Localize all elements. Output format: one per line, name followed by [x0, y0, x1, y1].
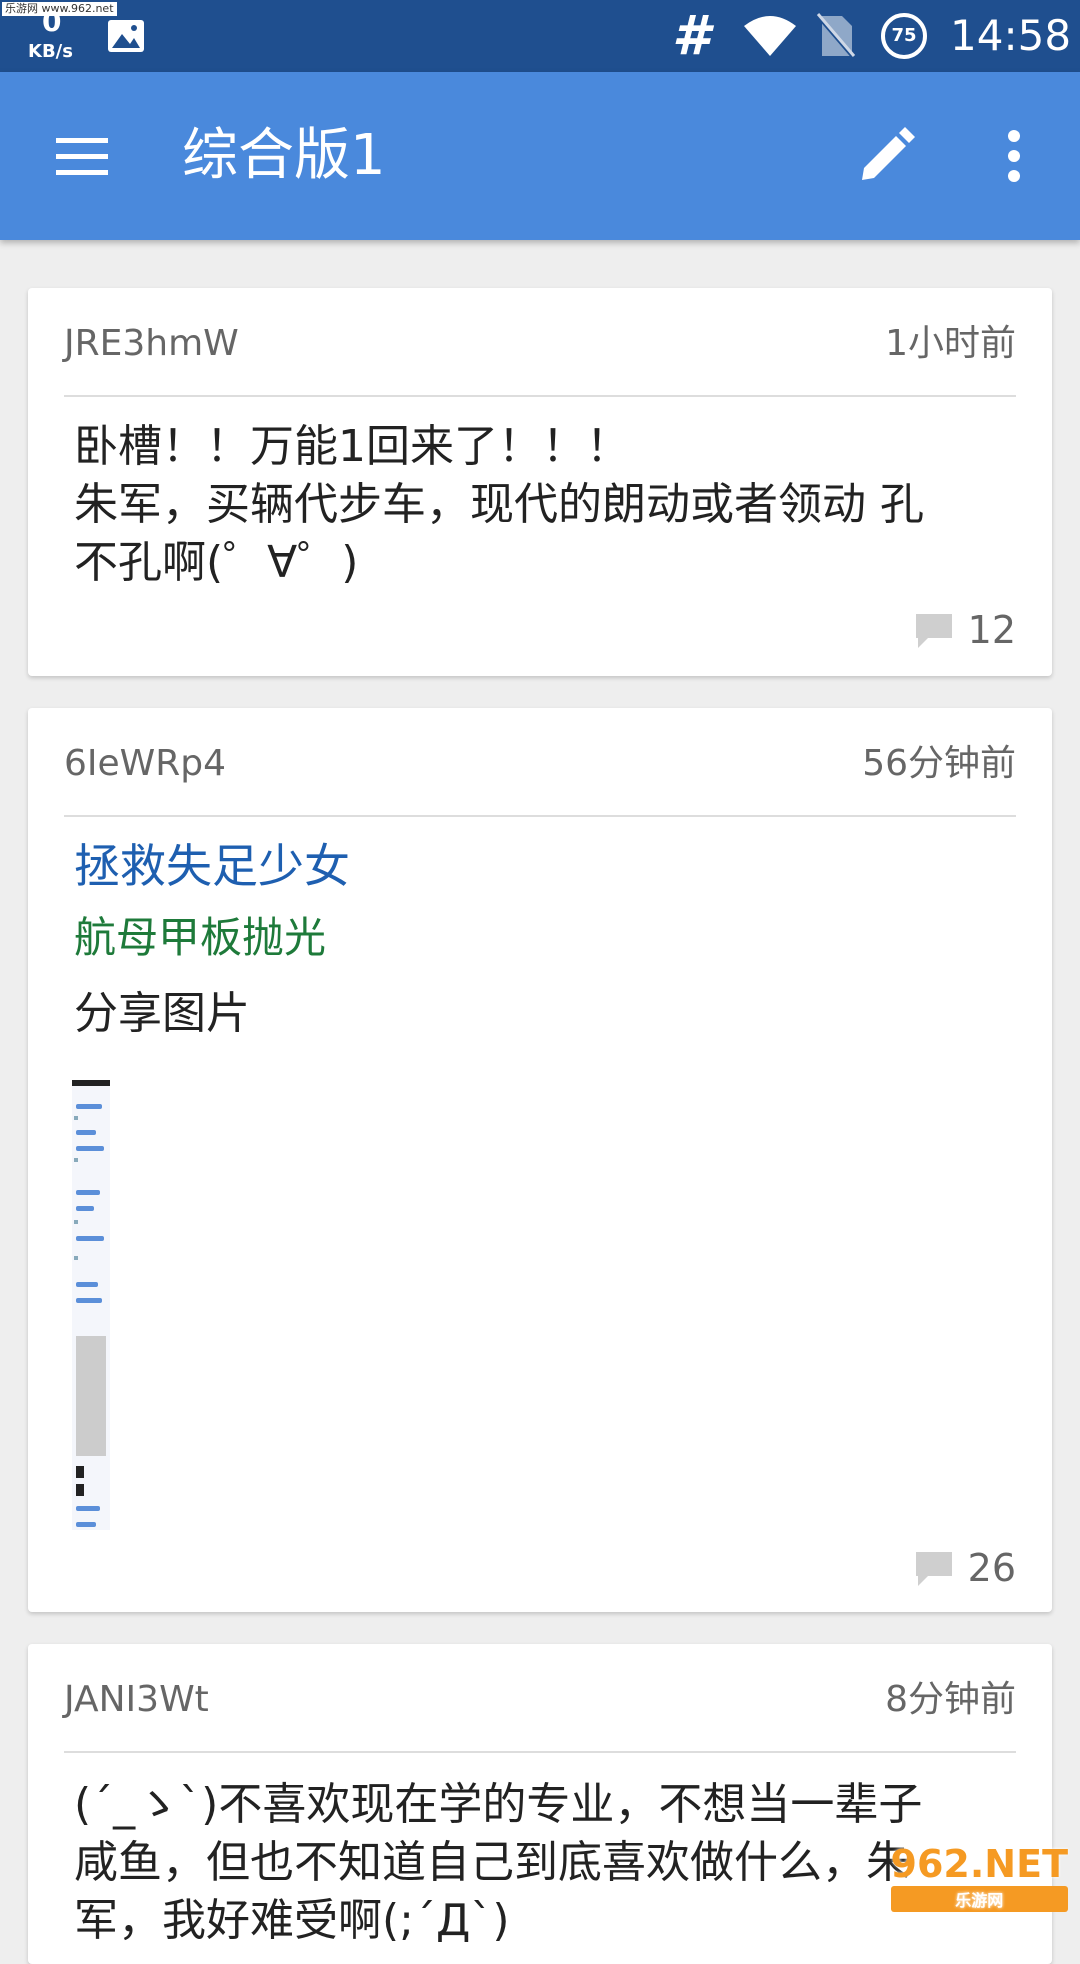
post-text-line: 咸鱼，但也不知道自己到底喜欢做什么，朱 — [74, 1834, 1012, 1892]
image-notification-icon — [106, 18, 146, 54]
comment-count: 12 — [968, 606, 1016, 654]
post-body: 卧槽！！万能1回来了！！！ 朱军，买辆代步车，现代的朗动或者领动 孔 不孔啊(゜… — [74, 418, 1012, 592]
post-body: (´_ゝ`)不喜欢现在学的专业，不想当一辈子 咸鱼，但也不知道自己到底喜欢做什么… — [74, 1776, 1012, 1950]
post-time: 56分钟前 — [862, 740, 1016, 788]
edit-icon[interactable] — [856, 126, 916, 186]
post-card[interactable]: JRE3hmW 1小时前 卧槽！！万能1回来了！！！ 朱军，买辆代步车，现代的朗… — [28, 288, 1052, 676]
site-watermark: 962.NET 乐游网 — [891, 1842, 1068, 1912]
comment-count-button[interactable]: 26 — [914, 1544, 1016, 1592]
post-link-subtitle[interactable]: 航母甲板抛光 — [74, 908, 1012, 968]
post-text-line: 军，我好难受啊(;´Д`) — [74, 1892, 1012, 1950]
page-title: 综合版1 — [182, 122, 386, 190]
post-share-text: 分享图片 — [74, 984, 1012, 1044]
divider — [64, 1751, 1016, 1753]
divider — [64, 395, 1016, 397]
post-author[interactable]: JANI3Wt — [64, 1676, 209, 1724]
divider — [64, 815, 1016, 817]
post-author[interactable]: JRE3hmW — [64, 320, 239, 368]
clock: 14:58 — [950, 10, 1071, 62]
post-text-line: 朱军，买辆代步车，现代的朗动或者领动 孔 — [74, 476, 1012, 534]
post-author[interactable]: 6IeWRp4 — [64, 740, 226, 788]
post-time: 8分钟前 — [885, 1676, 1016, 1724]
post-time: 1小时前 — [885, 320, 1016, 368]
net-speed-unit: KB/s — [28, 42, 73, 62]
post-image-thumbnail[interactable] — [72, 1080, 110, 1530]
post-text-line: 不孔啊(゜∀゜) — [74, 534, 1012, 592]
watermark-subtext: 乐游网 — [891, 1886, 1068, 1912]
wifi-icon — [742, 14, 798, 58]
more-options-icon[interactable] — [996, 126, 1032, 186]
comment-icon — [914, 610, 954, 650]
comment-icon — [914, 1548, 954, 1588]
no-sim-icon — [816, 12, 856, 60]
post-text-line: (´_ゝ`)不喜欢现在学的专业，不想当一辈子 — [74, 1776, 1012, 1834]
signal-hash-icon: # — [672, 6, 710, 66]
comment-count-button[interactable]: 12 — [914, 606, 1016, 654]
watermark-text: 962.NET — [891, 1842, 1068, 1886]
post-text-line: 卧槽！！万能1回来了！！！ — [74, 418, 1012, 476]
comment-count: 26 — [968, 1544, 1016, 1592]
battery-level: 75 — [880, 12, 928, 60]
menu-icon[interactable] — [52, 128, 112, 184]
post-card[interactable]: 6IeWRp4 56分钟前 拯救失足少女 航母甲板抛光 分享图片 26 — [28, 708, 1052, 1612]
post-card[interactable]: JANI3Wt 8分钟前 (´_ゝ`)不喜欢现在学的专业，不想当一辈子 咸鱼，但… — [28, 1644, 1052, 1964]
app-bar: 综合版1 — [0, 72, 1080, 240]
post-link-title[interactable]: 拯救失足少女 — [74, 836, 1012, 896]
net-speed-value: 0 — [42, 8, 61, 36]
post-body: 拯救失足少女 航母甲板抛光 分享图片 — [74, 836, 1012, 1044]
status-bar: 乐游网 www.962.net 0 KB/s # 75 14:58 — [0, 0, 1080, 72]
